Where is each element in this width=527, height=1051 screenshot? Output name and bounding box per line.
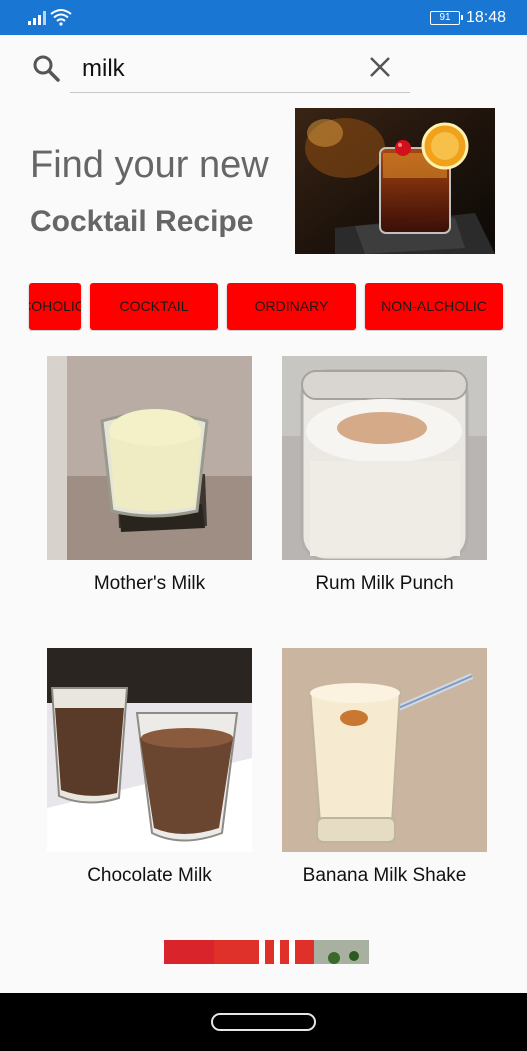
- drink-image[interactable]: [282, 356, 487, 560]
- hero-subtitle: Cocktail Recipe: [30, 205, 254, 238]
- drink-name[interactable]: Banana Milk Shake: [262, 865, 507, 887]
- status-bar: 91 18:48: [0, 0, 527, 35]
- wifi-icon: [50, 9, 72, 26]
- drink-image[interactable]: [282, 648, 487, 852]
- drink-name[interactable]: Mother's Milk: [27, 573, 272, 595]
- category-chips: ALCOHOLIC COCKTAIL ORDINARY NON-ALCHOLIC: [0, 283, 527, 331]
- clock: 18:48: [466, 9, 507, 26]
- chip-alcoholic[interactable]: ALCOHOLIC: [29, 283, 81, 330]
- close-icon[interactable]: [368, 55, 392, 79]
- search-icon[interactable]: [32, 54, 60, 82]
- hero-title: Find your new: [30, 144, 269, 186]
- drink-image[interactable]: [47, 356, 252, 560]
- drink-name[interactable]: Rum Milk Punch: [262, 573, 507, 595]
- chip-ordinary[interactable]: ORDINARY: [227, 283, 356, 330]
- signal-icon: [28, 11, 46, 25]
- drink-image[interactable]: [47, 648, 252, 852]
- hero-cocktail-image: [295, 108, 495, 254]
- battery-indicator: 91: [430, 11, 463, 25]
- drink-name[interactable]: Chocolate Milk: [27, 865, 272, 887]
- navigation-bar: [0, 993, 527, 1051]
- search-field[interactable]: [70, 44, 410, 93]
- drink-image-partial[interactable]: [164, 940, 369, 964]
- search-input[interactable]: [82, 54, 352, 84]
- chip-cocktail[interactable]: COCKTAIL: [90, 283, 218, 330]
- home-button[interactable]: [211, 1013, 316, 1031]
- chip-non-alcoholic[interactable]: NON-ALCHOLIC: [365, 283, 503, 330]
